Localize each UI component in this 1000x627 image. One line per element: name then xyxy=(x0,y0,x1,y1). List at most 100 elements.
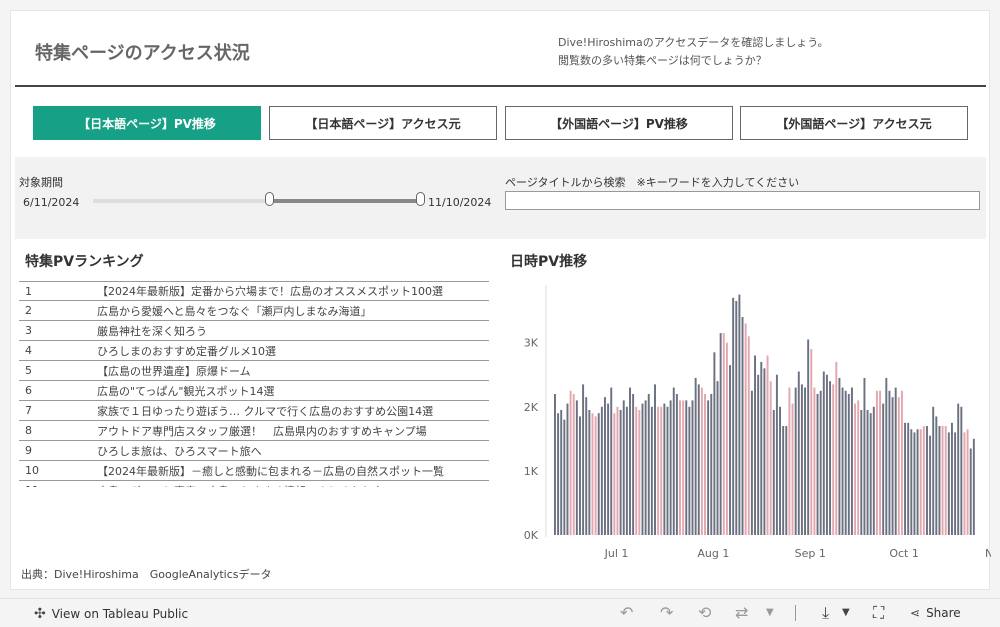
pv-bar[interactable] xyxy=(960,406,963,535)
pv-bar[interactable] xyxy=(604,397,606,535)
pv-bar[interactable] xyxy=(685,400,688,535)
pv-bar[interactable] xyxy=(566,403,569,535)
pv-bar[interactable] xyxy=(835,361,838,535)
ranking-row[interactable]: 8 アウトドア専門店スタッフ厳選！ 広島県内のおすすめキャンプ場 xyxy=(19,421,489,441)
pv-bar[interactable] xyxy=(632,393,635,535)
pv-bar[interactable] xyxy=(854,403,857,535)
pv-bar[interactable] xyxy=(638,410,641,535)
pv-bar[interactable] xyxy=(650,406,653,535)
pv-bar[interactable] xyxy=(857,400,860,535)
pv-bar[interactable] xyxy=(754,355,756,535)
pv-bar[interactable] xyxy=(947,432,950,535)
pv-bar[interactable] xyxy=(925,426,928,535)
download-dropdown-icon[interactable]: ▼ xyxy=(842,607,850,618)
pv-bar[interactable] xyxy=(663,403,666,535)
pv-bar[interactable] xyxy=(610,387,613,535)
pv-bar[interactable] xyxy=(775,374,778,535)
pv-bar[interactable] xyxy=(572,393,575,535)
pv-bar[interactable] xyxy=(585,397,588,535)
ranking-row[interactable]: 3 厳島神社を深く知ろう xyxy=(19,321,489,341)
tab-foreign-access-source[interactable]: 【外国語ページ】アクセス元 xyxy=(740,106,968,140)
pv-bar[interactable] xyxy=(697,384,700,535)
pv-bar[interactable] xyxy=(869,413,872,535)
daily-pv-chart[interactable]: 0K 1K 2K 3K Jul 1 Aug 1 Sep 1 Oct 1 Nov 1 xyxy=(501,273,991,563)
pv-bar[interactable] xyxy=(716,381,719,535)
pv-bar[interactable] xyxy=(738,294,741,535)
pv-bar[interactable] xyxy=(807,339,810,535)
pv-bar[interactable] xyxy=(804,387,807,535)
refresh-icon[interactable]: ⇄ xyxy=(735,603,748,622)
pv-bar[interactable] xyxy=(910,429,913,535)
pv-bar[interactable] xyxy=(607,403,610,535)
pv-bar[interactable] xyxy=(888,390,891,535)
pv-bar[interactable] xyxy=(900,390,903,535)
pv-bar[interactable] xyxy=(675,393,678,535)
pv-bar[interactable] xyxy=(922,426,925,535)
pv-bar[interactable] xyxy=(772,410,775,535)
pv-bar[interactable] xyxy=(588,410,591,535)
pv-bar[interactable] xyxy=(938,426,941,535)
pv-bar[interactable] xyxy=(700,387,703,535)
undo-icon[interactable]: ↶ xyxy=(620,603,633,622)
pv-bar[interactable] xyxy=(829,381,832,535)
pv-bar[interactable] xyxy=(666,406,669,535)
pv-bar[interactable] xyxy=(757,374,760,535)
redo-icon[interactable]: ↷ xyxy=(660,603,673,622)
pv-bar[interactable] xyxy=(629,387,631,535)
ranking-row[interactable]: 6 広島の"てっぱん"観光スポット14選 xyxy=(19,381,489,401)
pv-bar[interactable] xyxy=(707,400,710,535)
pv-bar[interactable] xyxy=(582,384,585,535)
pv-bar[interactable] xyxy=(594,416,597,535)
pv-bar[interactable] xyxy=(813,387,816,535)
pv-bar[interactable] xyxy=(966,429,969,535)
pv-bar[interactable] xyxy=(654,384,656,535)
pv-bar[interactable] xyxy=(850,387,853,535)
pv-bar[interactable] xyxy=(866,410,869,535)
pv-bar[interactable] xyxy=(816,393,819,535)
pv-bar[interactable] xyxy=(822,371,825,535)
tab-jp-pv-trend[interactable]: 【日本語ページ】PV推移 xyxy=(33,106,261,140)
pv-bar[interactable] xyxy=(872,406,875,535)
share-button[interactable]: ⋖ Share xyxy=(910,606,961,620)
pv-bar[interactable] xyxy=(747,336,750,535)
pv-bar[interactable] xyxy=(847,393,850,535)
slider-start-handle[interactable] xyxy=(265,192,274,206)
pv-bar[interactable] xyxy=(591,413,594,535)
pv-bar[interactable] xyxy=(760,361,763,535)
view-on-tableau-link[interactable]: ✣ View on Tableau Public xyxy=(34,606,188,622)
pv-bar[interactable] xyxy=(800,384,803,535)
pv-bar[interactable] xyxy=(679,400,681,535)
pv-bar[interactable] xyxy=(710,393,713,535)
ranking-row[interactable]: 10 【2024年最新版】－癒しと感動に包まれる－広島の自然スポット一覧 xyxy=(19,461,489,481)
fullscreen-icon[interactable]: ⛶ xyxy=(873,603,884,623)
pv-bar[interactable] xyxy=(732,297,735,535)
pv-bar[interactable] xyxy=(741,317,744,535)
pv-bar[interactable] xyxy=(691,400,694,535)
pv-bar[interactable] xyxy=(944,426,947,535)
pv-bar[interactable] xyxy=(713,352,716,535)
pv-bar[interactable] xyxy=(779,406,782,535)
pv-bar[interactable] xyxy=(907,422,910,535)
pv-bar[interactable] xyxy=(660,406,663,535)
ranking-row[interactable]: 11広島のグルメと裏表で広島のおすすめ情報のまとめたお店 xyxy=(19,481,489,487)
pv-bar[interactable] xyxy=(963,432,966,535)
pv-bar[interactable] xyxy=(897,397,900,535)
pv-bar[interactable] xyxy=(885,377,888,535)
pv-bar[interactable] xyxy=(832,384,835,535)
pv-bar[interactable] xyxy=(657,406,660,535)
pv-bar[interactable] xyxy=(879,390,882,535)
ranking-table[interactable]: 1 【2024年最新版】定番から穴場まで！広島のオススメスポット100選 2 広島から… xyxy=(19,281,489,487)
pv-bar[interactable] xyxy=(932,406,935,535)
pv-bar[interactable] xyxy=(647,393,650,535)
pv-bar[interactable] xyxy=(557,413,560,535)
pv-bar[interactable] xyxy=(810,349,813,535)
pv-bar[interactable] xyxy=(635,406,638,535)
pv-bar[interactable] xyxy=(750,390,753,535)
pv-bar[interactable] xyxy=(563,419,566,535)
pv-bar[interactable] xyxy=(744,323,747,535)
pv-bar[interactable] xyxy=(969,448,972,535)
pv-bar[interactable] xyxy=(916,429,919,535)
pv-bar[interactable] xyxy=(788,387,791,535)
pv-bar[interactable] xyxy=(575,400,578,535)
pv-bar[interactable] xyxy=(904,422,907,535)
